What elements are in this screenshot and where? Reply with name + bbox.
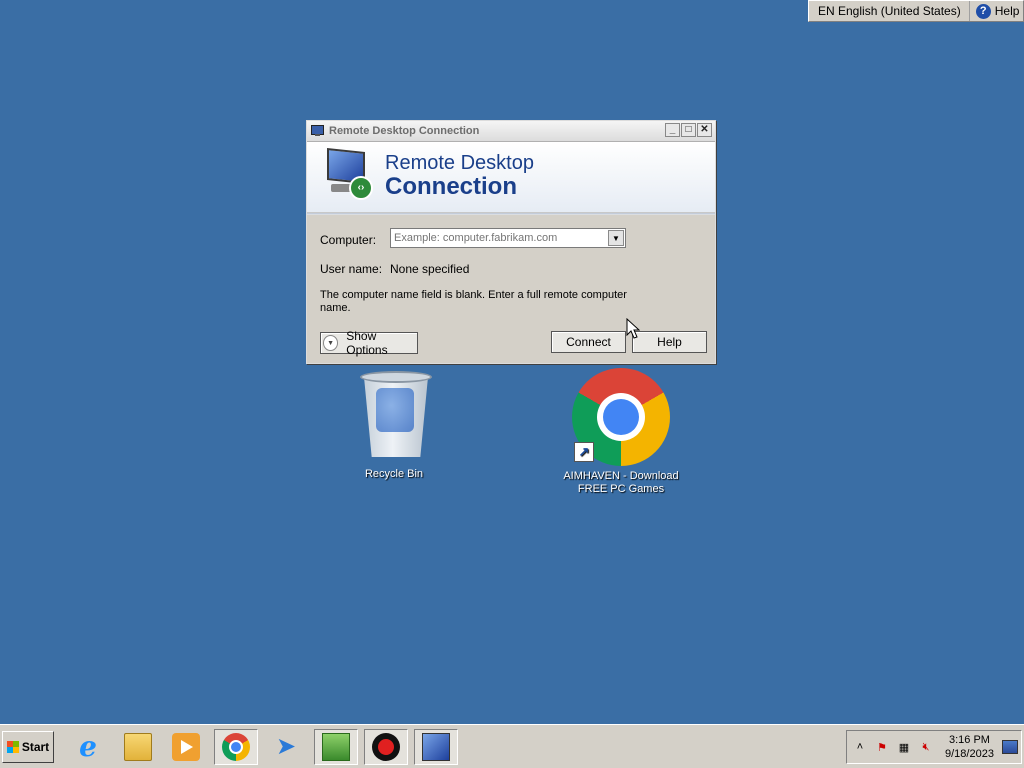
help-icon: ? [975,3,991,19]
taskbar: Start e ➤ ˄ ⚑ ▦ 🔇︎ 3:16 PM 9/18/2023 [0,724,1024,768]
taskbar-chrome[interactable] [214,729,258,765]
action-center-flag-icon[interactable]: ⚑ [873,738,891,756]
chevron-down-icon[interactable]: ▼ [608,230,624,246]
minimize-button[interactable]: _ [665,123,680,137]
banner-title-line2: Connection [385,173,517,200]
computer-input[interactable] [391,229,608,247]
recycle-bin-icon [358,368,432,458]
download-icon [322,733,350,761]
close-button[interactable]: ✕ [697,123,712,137]
volume-muted-icon[interactable]: 🔇︎ [917,738,935,756]
internet-explorer-icon: e [79,730,97,763]
show-options-button[interactable]: ▼ Show Options [320,329,418,357]
desktop-icon-label: AIMHAVEN - Download FREE PC Games [563,470,679,495]
banner-separator [307,213,715,215]
title-bar[interactable]: Remote Desktop Connection _ □ ✕ [307,121,715,142]
remote-desktop-icon [422,733,450,761]
desktop-icon-label: Recycle Bin [364,468,424,480]
chevron-down-icon: ▼ [323,335,339,351]
system-tray: ˄ ⚑ ▦ 🔇︎ 3:16 PM 9/18/2023 [846,730,1022,764]
start-label: Start [21,740,50,754]
folder-icon [124,733,152,761]
language-bar-help-label: Help [994,4,1020,18]
show-desktop-button[interactable] [1001,740,1018,754]
chevron-up-icon[interactable]: ˄ [851,738,869,756]
media-player-icon [172,733,200,761]
validation-message: The computer name field is blank. Enter … [320,289,627,314]
computer-combobox[interactable]: ▼ [390,228,626,248]
remote-desktop-window: Remote Desktop Connection _ □ ✕ ‹› Remot… [306,120,716,364]
language-selector[interactable]: EN English (United States) [809,1,970,21]
connect-label: Connect [566,335,611,349]
taskbar-remote-desktop[interactable] [414,729,458,765]
help-button[interactable]: Help [632,331,707,353]
maximize-button[interactable]: □ [681,123,696,137]
clock-date: 9/18/2023 [945,748,994,760]
taskbar-media-player[interactable] [164,729,208,765]
connect-button[interactable]: Connect [551,331,626,353]
taskbar-recorder[interactable] [364,729,408,765]
windows-logo-icon [6,741,19,753]
chrome-icon [222,733,250,761]
remote-desktop-logo-icon: ‹› [325,148,373,200]
banner-title-line1: Remote Desktop [385,152,534,174]
remote-desktop-icon [311,125,325,137]
clock-time: 3:16 PM [948,734,990,746]
show-options-label: Show Options [346,329,388,357]
help-label: Help [657,335,682,349]
language-bar-help-button[interactable]: ? Help [970,3,1020,19]
username-label: User name: [320,262,383,276]
mouse-cursor-icon [626,318,640,339]
record-icon [372,733,400,761]
chrome-shortcut-icon: ↗ [572,368,670,466]
username-value: None specified [390,262,470,276]
taskbar-file-explorer[interactable] [116,729,160,765]
taskbar-internet-explorer[interactable]: e [66,729,110,765]
language-bar: EN English (United States) ? Help [808,0,1024,22]
desktop-icon-aimhaven[interactable]: ↗ AIMHAVEN - Download FREE PC Games [556,368,686,496]
paper-plane-icon: ➤ [275,733,297,760]
banner: ‹› Remote Desktop Connection [307,142,715,213]
desktop-icon-recycle-bin[interactable]: Recycle Bin [344,368,444,480]
network-icon[interactable]: ▦ [895,738,913,756]
computer-label: Computer: [320,233,377,247]
taskbar-paper-plane-app[interactable]: ➤ [264,729,308,765]
shortcut-arrow-icon: ↗ [574,442,594,462]
window-title: Remote Desktop Connection [329,125,480,137]
clock[interactable]: 3:16 PM 9/18/2023 [945,733,994,761]
start-button[interactable]: Start [2,731,54,763]
taskbar-download-app[interactable] [314,729,358,765]
